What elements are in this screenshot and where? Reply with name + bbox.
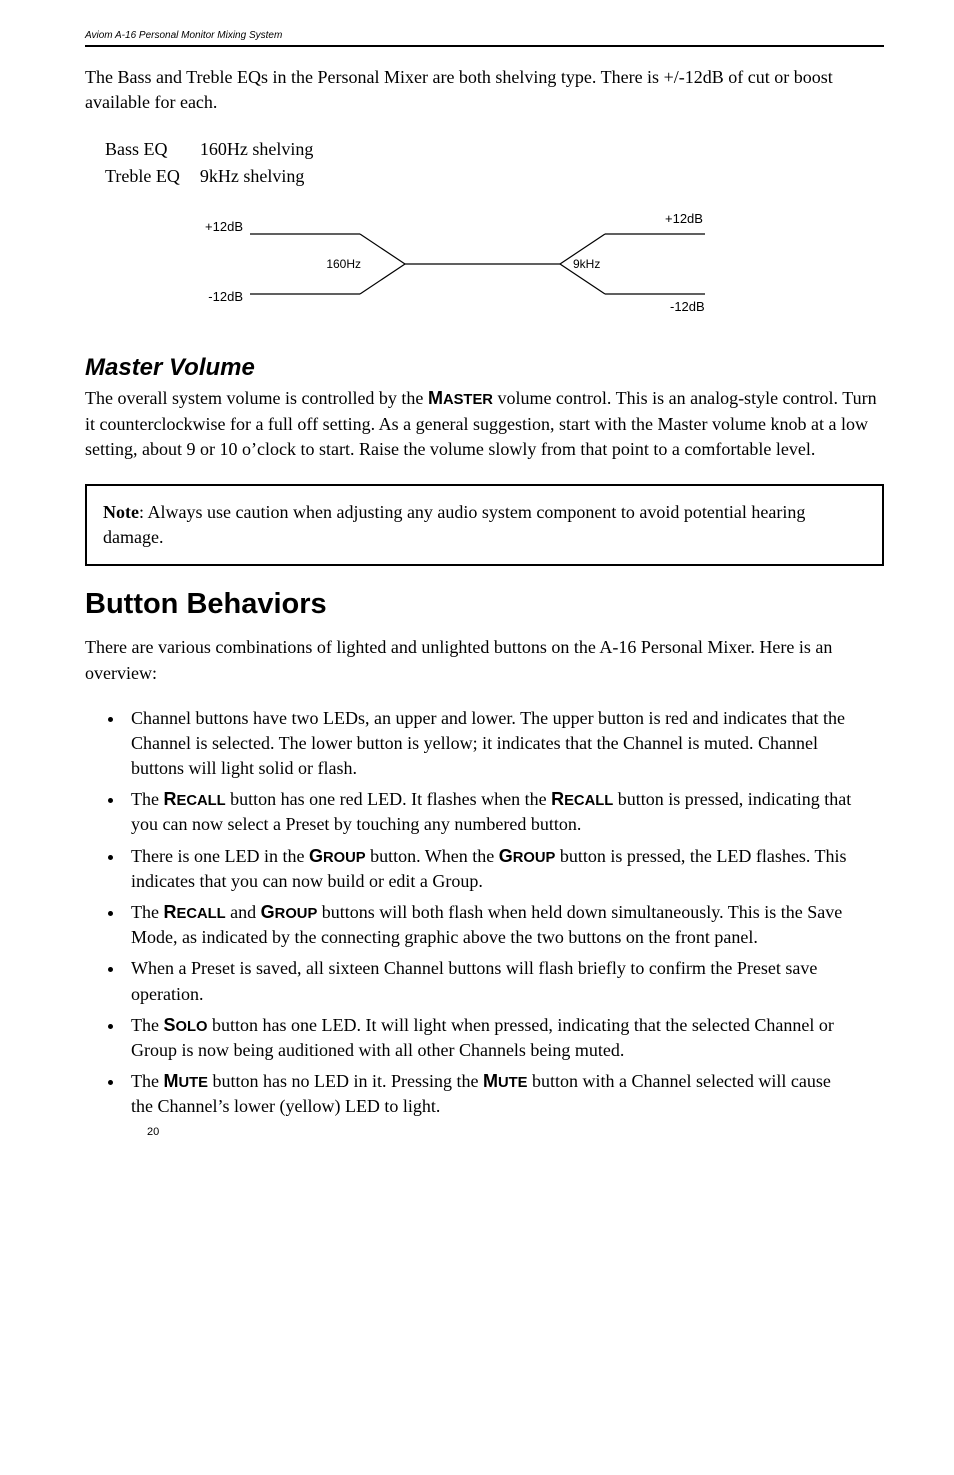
svg-text:9kHz: 9kHz [573, 257, 600, 271]
smallcaps-word: RECALL [163, 789, 225, 809]
svg-text:160Hz: 160Hz [326, 257, 361, 271]
smallcaps-word: GROUP [309, 846, 366, 866]
eq-shelving-diagram: +12dB -12dB +12dB -12dB 160Hz 9kHz [195, 209, 884, 324]
eq-params-table: Bass EQ 160Hz shelving Treble EQ 9kHz sh… [103, 135, 333, 191]
smallcaps-word: GROUP [499, 846, 556, 866]
smallcaps-word: RECALL [551, 789, 613, 809]
intro-paragraph: The Bass and Treble EQs in the Personal … [85, 65, 884, 115]
page-number: 20 [147, 1126, 884, 1138]
list-item: The RECALL button has one red LED. It fl… [125, 787, 854, 837]
behaviors-list: Channel buttons have two LEDs, an upper … [125, 706, 884, 1120]
smallcaps-word: MUTE [163, 1071, 208, 1091]
button-behaviors-heading: Button Behaviors [85, 588, 884, 621]
note-text: : Always use caution when adjusting any … [103, 502, 805, 547]
svg-text:-12dB: -12dB [670, 299, 705, 314]
list-item: The RECALL and GROUP buttons will both f… [125, 900, 854, 950]
svg-text:+12dB: +12dB [205, 219, 243, 234]
eq-row-value: 9kHz shelving [200, 164, 331, 189]
svg-text:-12dB: -12dB [208, 289, 243, 304]
eq-row-label: Treble EQ [105, 164, 198, 189]
svg-text:+12dB: +12dB [665, 211, 703, 226]
list-item: The MUTE button has no LED in it. Pressi… [125, 1069, 854, 1119]
eq-row-label: Bass EQ [105, 137, 198, 162]
list-item: Channel buttons have two LEDs, an upper … [125, 706, 854, 782]
master-volume-paragraph: The overall system volume is controlled … [85, 386, 884, 462]
note-box: Note: Always use caution when adjusting … [85, 484, 884, 566]
smallcaps-word: RECALL [163, 902, 225, 922]
smallcaps-word: SOLO [163, 1015, 207, 1035]
running-header: Aviom A-16 Personal Monitor Mixing Syste… [85, 30, 884, 47]
smallcaps-word: GROUP [261, 902, 318, 922]
list-item: When a Preset is saved, all sixteen Chan… [125, 956, 854, 1006]
list-item: The SOLO button has one LED. It will lig… [125, 1013, 854, 1063]
behaviors-intro: There are various combinations of lighte… [85, 635, 884, 685]
smallcaps-word: MUTE [483, 1071, 528, 1091]
note-label: Note [103, 502, 139, 522]
eq-row-value: 160Hz shelving [200, 137, 331, 162]
master-volume-heading: Master Volume [85, 354, 884, 382]
smallcaps-word: MASTER [428, 388, 493, 408]
list-item: There is one LED in the GROUP button. Wh… [125, 844, 854, 894]
